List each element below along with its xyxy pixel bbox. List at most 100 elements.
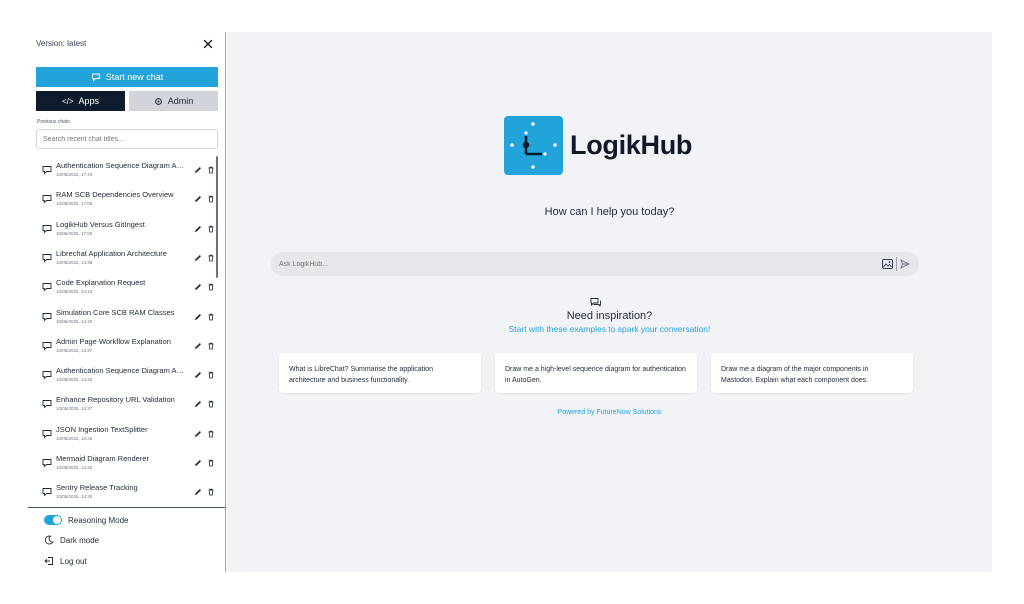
trash-icon: [208, 283, 214, 291]
chat-history-item[interactable]: Code Explanation Request 10/06/2025, 14:4…: [36, 274, 216, 300]
chat-history-item[interactable]: Mermaid Diagram Renderer 10/06/2025, 14:2…: [36, 450, 216, 476]
trash-icon: [208, 459, 214, 467]
dark-mode-label: Dark mode: [60, 535, 100, 545]
input-separator: [896, 257, 897, 271]
app-tabs: </> Apps Admin: [36, 91, 218, 111]
delete-chat-button[interactable]: [207, 400, 215, 408]
pencil-icon: [195, 372, 201, 379]
chat-title: Sentry Release Tracking: [56, 483, 138, 493]
chat-history-item[interactable]: Admin Page Workflow Explanation 10/06/202…: [36, 333, 216, 359]
edit-chat-button[interactable]: [194, 430, 202, 438]
chat-bubble-icon: [42, 429, 52, 439]
delete-chat-button[interactable]: [207, 342, 215, 350]
chat-history-item[interactable]: Sentry Release Tracking 10/06/2025, 14:25: [36, 479, 216, 505]
chat-timestamp: 10/06/2025, 14:48: [56, 259, 93, 265]
chat-bubble-icon: [42, 399, 52, 409]
send-icon: [900, 259, 910, 269]
chat-input[interactable]: [279, 257, 839, 271]
delete-chat-button[interactable]: [207, 254, 215, 262]
pencil-icon: [195, 460, 201, 466]
greeting-text: How can I help you today?: [544, 206, 675, 218]
gear-icon: [154, 97, 162, 105]
reasoning-mode-toggle[interactable]: Reasoning Mode: [44, 515, 128, 525]
chat-history-item[interactable]: LogikHub Versus GitIngest 10/06/2025, 17:…: [36, 216, 216, 242]
edit-chat-button[interactable]: [194, 400, 202, 408]
toggle-switch[interactable]: [44, 515, 62, 525]
log-out-label: Log out: [60, 556, 87, 566]
inspiration-chat-icon: [590, 297, 601, 308]
search-chats-input[interactable]: [36, 129, 218, 149]
brand-name: LogikHub: [570, 130, 693, 160]
chat-title: Admin Page Workflow Explanation: [56, 336, 171, 346]
chat-bubble-icon: [42, 458, 52, 468]
sidebar-divider: [28, 507, 225, 508]
chat-title: Authentication Sequence Diagram Au...: [56, 161, 184, 170]
upload-image-button[interactable]: [882, 259, 893, 269]
inspiration-subtitle: Start with these examples to spark your …: [508, 324, 711, 334]
log-out-button[interactable]: Log out: [44, 556, 87, 566]
delete-chat-button[interactable]: [207, 225, 215, 233]
code-icon: </>: [61, 96, 74, 106]
chat-title: LogikHub Versus GitIngest: [56, 219, 145, 229]
chat-title: Simulation Core SCB RAM Classes: [56, 307, 175, 317]
chat-timestamp: 10/06/2025, 17:43: [56, 172, 93, 177]
previous-chats-label: Previous chats: [37, 119, 70, 125]
example-prompt-card[interactable]: Draw me a high-level sequence diagram fo…: [495, 353, 697, 393]
start-new-chat-button[interactable]: Start new chat: [36, 67, 218, 87]
trash-icon: [208, 254, 214, 262]
delete-chat-button[interactable]: [207, 488, 215, 496]
delete-chat-button[interactable]: [207, 371, 215, 379]
chat-timestamp: 10/06/2025, 14:37: [56, 347, 93, 353]
delete-chat-button[interactable]: [207, 166, 215, 174]
chat-bubble-icon: [42, 194, 52, 204]
inspiration-title: Need inspiration?: [566, 310, 653, 322]
edit-chat-button[interactable]: [194, 459, 202, 467]
delete-chat-button[interactable]: [207, 430, 215, 438]
edit-chat-button[interactable]: [194, 254, 202, 262]
pencil-icon: [195, 254, 201, 261]
delete-chat-button[interactable]: [207, 195, 215, 203]
edit-chat-button[interactable]: [194, 283, 202, 291]
chat-title: Code Explanation Request: [56, 278, 146, 288]
delete-chat-button[interactable]: [207, 459, 215, 467]
chat-timestamp: 10/06/2025, 17:09: [56, 201, 93, 207]
edit-chat-button[interactable]: [194, 342, 202, 350]
chat-list-scrollbar[interactable]: [216, 156, 218, 278]
chat-history-item[interactable]: Authentication Sequence Diagram Au... 10/…: [36, 157, 216, 183]
send-button[interactable]: [900, 259, 910, 269]
trash-icon: [208, 371, 214, 379]
chat-title: Mermaid Diagram Renderer: [56, 454, 149, 463]
chat-history-item[interactable]: JSON Ingestion TextSplitter 10/06/2025, 1…: [36, 421, 216, 447]
delete-chat-button[interactable]: [207, 283, 215, 291]
delete-chat-button[interactable]: [207, 313, 215, 321]
edit-chat-button[interactable]: [194, 488, 202, 496]
chat-timestamp: 10/06/2025, 14:25: [56, 494, 93, 500]
reasoning-mode-label: Reasoning Mode: [68, 515, 129, 525]
tab-admin-label: Admin: [167, 96, 194, 106]
image-icon: [882, 259, 893, 269]
chat-bubble-icon: [42, 341, 52, 351]
close-sidebar-button[interactable]: [202, 38, 214, 50]
tab-apps[interactable]: </> Apps: [36, 91, 125, 111]
chat-history-item[interactable]: Enhance Repository URL Validation 10/06/2…: [36, 391, 216, 417]
powered-by-link[interactable]: Powered by FutureNow Solutions: [227, 409, 992, 416]
edit-chat-button[interactable]: [194, 313, 202, 321]
example-prompt-card[interactable]: Draw me a diagram of the major component…: [711, 353, 913, 393]
logout-icon: [44, 557, 53, 565]
edit-chat-button[interactable]: [194, 195, 202, 203]
chat-history-item[interactable]: RAM SCB Dependencies Overview 10/06/2025,…: [36, 186, 216, 212]
example-prompt-card[interactable]: What is LibreChat? Summarise the applica…: [279, 353, 481, 393]
dark-mode-button[interactable]: Dark mode: [44, 535, 99, 545]
chat-history-item[interactable]: Simulation Core SCB RAM Classes 10/06/202…: [36, 304, 216, 330]
chat-history-item[interactable]: Authentication Sequence Diagram Au... 10/…: [36, 362, 216, 388]
trash-icon: [208, 166, 214, 174]
pencil-icon: [195, 342, 201, 349]
edit-chat-button[interactable]: [194, 371, 202, 379]
pencil-icon: [195, 167, 201, 173]
edit-chat-button[interactable]: [194, 166, 202, 174]
edit-chat-button[interactable]: [194, 225, 202, 233]
tab-admin[interactable]: Admin: [129, 91, 218, 111]
chat-history-item[interactable]: Librechat Application Architecture 10/06/…: [36, 245, 216, 271]
trash-icon: [208, 401, 214, 408]
trash-icon: [208, 342, 214, 350]
